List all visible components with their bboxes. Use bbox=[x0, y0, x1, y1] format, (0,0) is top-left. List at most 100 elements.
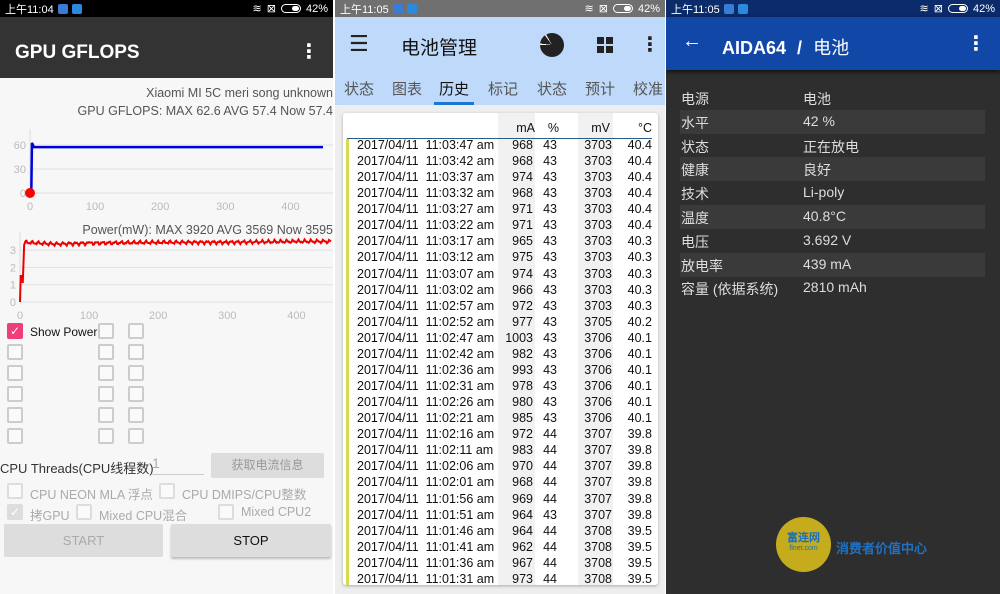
option-checkbox[interactable] bbox=[98, 428, 114, 444]
cell-time: 2017/04/11 11:03:17 am bbox=[357, 234, 495, 249]
battery-manager-app: 上午11:05 ≋ ⊠ 42% ☰ 电池管理 ⋮ 状态 图表 历史 标记 状态 预计 校准 mA… bbox=[335, 0, 665, 594]
option-checkbox[interactable] bbox=[7, 428, 23, 444]
cell-percent: 43 bbox=[543, 314, 557, 329]
tab[interactable]: 预计 bbox=[585, 78, 615, 99]
cell-temp: 39.5 bbox=[627, 539, 652, 554]
table-row: 2017/04/11 11:03:02 am 966 43 3703 40.3 bbox=[343, 282, 658, 298]
tab[interactable]: 状态 bbox=[344, 78, 374, 99]
option-checkbox[interactable] bbox=[7, 344, 23, 360]
option-checkbox[interactable] bbox=[98, 365, 114, 381]
option-checkbox[interactable] bbox=[98, 386, 114, 402]
y-tick-label: 2 bbox=[10, 262, 16, 274]
series-line bbox=[30, 142, 323, 195]
cell-percent: 44 bbox=[543, 459, 557, 474]
cell-temp: 40.3 bbox=[627, 250, 652, 265]
option-checkbox[interactable] bbox=[7, 407, 23, 423]
cell-mv: 3705 bbox=[584, 314, 612, 329]
y-tick-label: 30 bbox=[14, 164, 26, 176]
tab[interactable]: 标记 bbox=[488, 78, 518, 99]
status-time: 上午11:04 bbox=[5, 3, 54, 16]
x-tick-label: 0 bbox=[17, 310, 23, 322]
table-row: 2017/04/11 11:02:42 am 982 43 3706 40.1 bbox=[343, 346, 658, 362]
cell-ma: 964 bbox=[512, 523, 533, 538]
tab[interactable]: 校准 bbox=[633, 78, 663, 99]
cpu-threads-input[interactable]: 1 bbox=[152, 455, 204, 475]
table-row: 2017/04/11 11:01:36 am 967 44 3708 39.5 bbox=[343, 555, 658, 571]
option-checkbox[interactable] bbox=[128, 428, 144, 444]
cell-temp: 40.3 bbox=[627, 234, 652, 249]
cell-time: 2017/04/11 11:02:42 am bbox=[357, 346, 495, 361]
sim-icon: ⊠ bbox=[598, 3, 608, 15]
cell-ma: 966 bbox=[512, 282, 533, 297]
mixed-cpu2-checkbox[interactable] bbox=[218, 504, 234, 520]
grid-icon[interactable] bbox=[597, 37, 613, 53]
option-checkbox[interactable] bbox=[128, 386, 144, 402]
cell-temp: 40.1 bbox=[627, 362, 652, 377]
table-row: 2017/04/11 11:03:17 am 965 43 3703 40.3 bbox=[343, 233, 658, 249]
more-options-icon[interactable]: ⋮ bbox=[966, 31, 986, 56]
cell-temp: 40.4 bbox=[627, 138, 652, 152]
option-checkbox[interactable] bbox=[98, 323, 114, 339]
stop-button[interactable]: STOP bbox=[171, 524, 331, 557]
table-row: 2017/04/11 11:03:27 am 971 43 3703 40.4 bbox=[343, 201, 658, 217]
cell-ma: 970 bbox=[512, 459, 533, 474]
cell-percent: 43 bbox=[543, 346, 557, 361]
mixed-cpu-checkbox[interactable] bbox=[76, 504, 92, 520]
cell-time: 2017/04/11 11:02:06 am bbox=[357, 459, 495, 474]
x-tick-label: 100 bbox=[86, 201, 104, 213]
table-row: 2017/04/11 11:02:16 am 972 44 3707 39.8 bbox=[343, 426, 658, 442]
neon-checkbox[interactable] bbox=[7, 483, 23, 499]
cell-temp: 39.5 bbox=[627, 571, 652, 585]
table-row: 2017/04/11 11:02:01 am 968 44 3707 39.8 bbox=[343, 474, 658, 490]
table-row: 2017/04/11 11:02:11 am 983 44 3707 39.8 bbox=[343, 442, 658, 458]
option-checkbox[interactable] bbox=[128, 344, 144, 360]
option-checkbox[interactable] bbox=[98, 344, 114, 360]
cell-ma: 978 bbox=[512, 379, 533, 394]
option-checkbox[interactable] bbox=[7, 365, 23, 381]
pie-chart-icon[interactable] bbox=[540, 33, 564, 57]
cell-ma: 993 bbox=[512, 362, 533, 377]
app-bar: GPU GFLOPS ⋮ bbox=[0, 17, 333, 78]
wifi-icon: ≋ bbox=[919, 3, 929, 15]
cell-temp: 39.8 bbox=[627, 443, 652, 458]
cell-time: 2017/04/11 11:03:37 am bbox=[357, 170, 495, 185]
cell-ma: 974 bbox=[512, 266, 533, 281]
show-power-checkbox[interactable]: ✓ bbox=[7, 323, 23, 339]
option-checkbox[interactable] bbox=[98, 407, 114, 423]
start-button[interactable]: START bbox=[4, 524, 163, 557]
option-checkbox[interactable] bbox=[128, 407, 144, 423]
y-tick-label: 0 bbox=[10, 297, 16, 309]
option-checkbox[interactable] bbox=[128, 365, 144, 381]
cell-temp: 40.3 bbox=[627, 266, 652, 281]
gpu-gflops-chart: 0 30 60 0 100 200 300 400 bbox=[14, 129, 333, 213]
table-row: 2017/04/11 11:03:22 am 971 43 3703 40.4 bbox=[343, 217, 658, 233]
cell-ma: 974 bbox=[512, 170, 533, 185]
more-options-icon[interactable]: ⋮ bbox=[299, 39, 319, 64]
option-checkbox[interactable] bbox=[128, 323, 144, 339]
status-time: 上午11:05 bbox=[340, 3, 389, 16]
menu-icon[interactable]: ☰ bbox=[349, 31, 369, 57]
app-title: GPU GFLOPS bbox=[15, 42, 140, 63]
back-arrow-icon[interactable]: ← bbox=[682, 30, 702, 53]
cell-percent: 43 bbox=[543, 186, 557, 201]
cell-mv: 3703 bbox=[584, 202, 612, 217]
more-options-icon[interactable]: ⋮ bbox=[640, 32, 660, 57]
history-table[interactable]: mA % mV °C 2017/04/11 11:03:47 am 968 43… bbox=[343, 113, 658, 585]
info-label: 健康 bbox=[681, 162, 709, 179]
tab[interactable]: 历史 bbox=[439, 78, 469, 99]
tab[interactable]: 状态 bbox=[537, 78, 567, 99]
get-current-button[interactable]: 获取电流信息 bbox=[211, 453, 324, 478]
battery-icon bbox=[612, 4, 633, 13]
cell-mv: 3706 bbox=[584, 395, 612, 410]
dmips-checkbox[interactable] bbox=[159, 483, 175, 499]
cell-ma: 971 bbox=[512, 202, 533, 217]
app-notification-icon bbox=[737, 3, 748, 14]
watermark-domain: flnet.com bbox=[789, 545, 818, 552]
cell-temp: 39.8 bbox=[627, 491, 652, 506]
option-checkbox[interactable] bbox=[7, 386, 23, 402]
gpu-checkbox[interactable]: ✓ bbox=[7, 504, 23, 520]
breadcrumb-app[interactable]: AIDA64 bbox=[722, 38, 786, 58]
tab[interactable]: 图表 bbox=[392, 78, 422, 99]
table-row: 2017/04/11 11:02:57 am 972 43 3703 40.3 bbox=[343, 298, 658, 314]
cell-mv: 3707 bbox=[584, 459, 612, 474]
